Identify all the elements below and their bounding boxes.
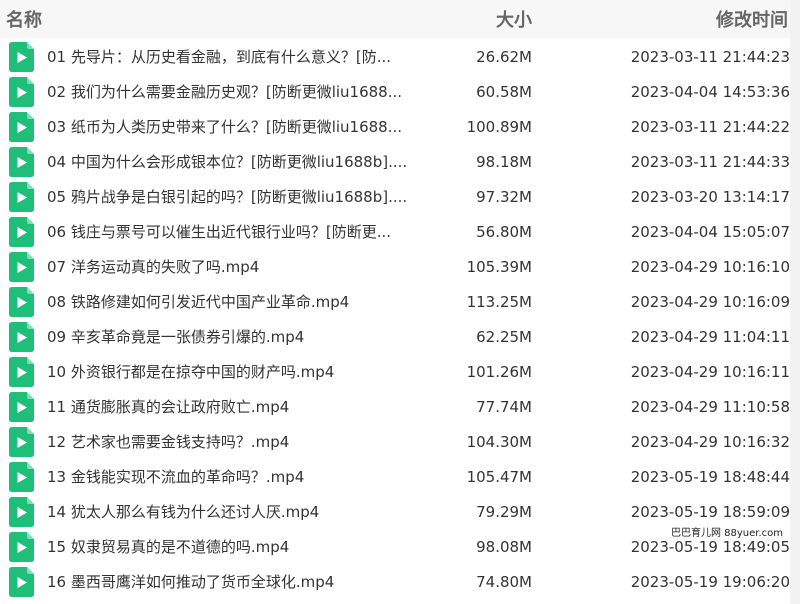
file-modified-time: 2023-03-11 21:44:23: [630, 48, 790, 66]
video-file-icon: [9, 77, 34, 107]
file-name[interactable]: 12 艺术家也需要金钱支持吗？.mp4: [47, 433, 289, 452]
file-modified-time: 2023-04-29 10:16:09: [630, 293, 790, 311]
file-modified-time: 2023-04-29 11:10:58: [630, 398, 790, 416]
column-header-row: 名称 大小 修改时间: [0, 0, 790, 38]
file-name[interactable]: 10 外资银行都是在掠夺中国的财产吗.mp4: [47, 363, 334, 382]
video-file-icon: [9, 462, 34, 492]
file-size: 101.26M: [466, 363, 532, 381]
file-row[interactable]: 13 金钱能实现不流血的革命吗？.mp4 105.47M 2023-05-19 18…: [0, 460, 790, 495]
file-modified-time: 2023-05-19 18:48:44: [630, 468, 790, 486]
file-row[interactable]: 03 纸币为人类历史带来了什么？[防断更微liu1688... 100.89M 20…: [0, 110, 790, 145]
column-header-size[interactable]: 大小: [496, 10, 532, 32]
file-modified-time: 2023-04-29 10:16:11: [630, 363, 790, 381]
file-row[interactable]: 02 我们为什么需要金融历史观？[防断更微liu1688... 60.58M 202…: [0, 75, 790, 110]
video-file-icon: [9, 182, 34, 212]
file-name[interactable]: 06 钱庄与票号可以催生出近代银行业吗？[防断更...: [47, 223, 391, 242]
file-row[interactable]: 16 墨西哥鹰洋如何推动了货币全球化.mp4 74.80M 2023-05-19 1…: [0, 565, 790, 600]
file-modified-time: 2023-04-29 10:16:10: [630, 258, 790, 276]
file-row[interactable]: 08 铁路修建如何引发近代中国产业革命.mp4 113.25M 2023-04-29…: [0, 285, 790, 320]
file-rows: 01 先导片：从历史看金融，到底有什么意义？[防... 26.62M 2023-03…: [0, 40, 790, 600]
file-modified-time: 2023-05-19 18:49:05: [630, 538, 790, 556]
file-size: 62.25M: [476, 328, 532, 346]
file-row[interactable]: 10 外资银行都是在掠夺中国的财产吗.mp4 101.26M 2023-04-29 …: [0, 355, 790, 390]
file-row[interactable]: 01 先导片：从历史看金融，到底有什么意义？[防... 26.62M 2023-03…: [0, 40, 790, 75]
file-modified-time: 2023-04-04 15:05:07: [630, 223, 790, 241]
file-size: 100.89M: [466, 118, 532, 136]
file-name[interactable]: 14 犹太人那么有钱为什么还讨人厌.mp4: [47, 503, 319, 522]
video-file-icon: [9, 392, 34, 422]
video-file-icon: [9, 322, 34, 352]
file-row[interactable]: 04 中国为什么会形成银本位？[防断更微liu1688b].... 98.18M 2…: [0, 145, 790, 180]
video-file-icon: [9, 112, 34, 142]
video-file-icon: [9, 357, 34, 387]
file-size: 98.18M: [476, 153, 532, 171]
file-name[interactable]: 03 纸币为人类历史带来了什么？[防断更微liu1688...: [47, 118, 402, 137]
file-name[interactable]: 13 金钱能实现不流血的革命吗？.mp4: [47, 468, 304, 487]
file-size: 105.47M: [466, 468, 532, 486]
file-row[interactable]: 06 钱庄与票号可以催生出近代银行业吗？[防断更... 56.80M 2023-04…: [0, 215, 790, 250]
file-modified-time: 2023-03-11 21:44:33: [630, 153, 790, 171]
file-name[interactable]: 04 中国为什么会形成银本位？[防断更微liu1688b]....: [47, 153, 407, 172]
file-row[interactable]: 14 犹太人那么有钱为什么还讨人厌.mp4 79.29M 2023-05-19 18…: [0, 495, 790, 530]
file-size: 77.74M: [476, 398, 532, 416]
file-row[interactable]: 11 通货膨胀真的会让政府败亡.mp4 77.74M 2023-04-29 11:1…: [0, 390, 790, 425]
file-size: 74.80M: [476, 573, 532, 591]
column-header-name[interactable]: 名称: [6, 10, 42, 32]
file-modified-time: 2023-03-20 13:14:17: [630, 188, 790, 206]
file-name[interactable]: 02 我们为什么需要金融历史观？[防断更微liu1688...: [47, 83, 402, 102]
file-row[interactable]: 09 辛亥革命竟是一张债券引爆的.mp4 62.25M 2023-04-29 11:…: [0, 320, 790, 355]
video-file-icon: [9, 497, 34, 527]
video-file-icon: [9, 532, 34, 562]
file-size: 26.62M: [476, 48, 532, 66]
video-file-icon: [9, 42, 34, 72]
scrollbar-track[interactable]: [790, 0, 800, 604]
file-modified-time: 2023-05-19 19:06:20: [630, 573, 790, 591]
file-size: 56.80M: [476, 223, 532, 241]
file-modified-time: 2023-03-11 21:44:22: [630, 118, 790, 136]
file-name[interactable]: 07 洋务运动真的失败了吗.mp4: [47, 258, 259, 277]
file-name[interactable]: 01 先导片：从历史看金融，到底有什么意义？[防...: [47, 48, 391, 67]
file-size: 104.30M: [466, 433, 532, 451]
file-list: 名称 大小 修改时间 01 先导片：从历史看金融，到底有什么意义？[防... 26…: [0, 0, 790, 604]
file-name[interactable]: 09 辛亥革命竟是一张债券引爆的.mp4: [47, 328, 304, 347]
video-file-icon: [9, 147, 34, 177]
file-row[interactable]: 05 鸦片战争是白银引起的吗？[防断更微liu1688b].... 97.32M 2…: [0, 180, 790, 215]
file-modified-time: 2023-04-29 10:16:32: [630, 433, 790, 451]
file-size: 60.58M: [476, 83, 532, 101]
video-file-icon: [9, 217, 34, 247]
file-size: 79.29M: [476, 503, 532, 521]
file-modified-time: 2023-04-29 11:04:11: [630, 328, 790, 346]
file-row[interactable]: 12 艺术家也需要金钱支持吗？.mp4 104.30M 2023-04-29 10:…: [0, 425, 790, 460]
file-size: 113.25M: [466, 293, 532, 311]
file-size: 98.08M: [476, 538, 532, 556]
file-name[interactable]: 05 鸦片战争是白银引起的吗？[防断更微liu1688b]....: [47, 188, 407, 207]
video-file-icon: [9, 567, 34, 597]
file-row[interactable]: 07 洋务运动真的失败了吗.mp4 105.39M 2023-04-29 10:16…: [0, 250, 790, 285]
file-name[interactable]: 08 铁路修建如何引发近代中国产业革命.mp4: [47, 293, 349, 312]
file-size: 97.32M: [476, 188, 532, 206]
column-header-modified[interactable]: 修改时间: [716, 10, 788, 32]
file-modified-time: 2023-05-19 18:59:09: [630, 503, 790, 521]
file-name[interactable]: 16 墨西哥鹰洋如何推动了货币全球化.mp4: [47, 573, 334, 592]
file-name[interactable]: 15 奴隶贸易真的是不道德的吗.mp4: [47, 538, 289, 557]
video-file-icon: [9, 287, 34, 317]
watermark: 巴巴育儿网 88yuer.com: [669, 528, 784, 540]
file-size: 105.39M: [466, 258, 532, 276]
video-file-icon: [9, 427, 34, 457]
video-file-icon: [9, 252, 34, 282]
file-modified-time: 2023-04-04 14:53:36: [630, 83, 790, 101]
file-name[interactable]: 11 通货膨胀真的会让政府败亡.mp4: [47, 398, 289, 417]
